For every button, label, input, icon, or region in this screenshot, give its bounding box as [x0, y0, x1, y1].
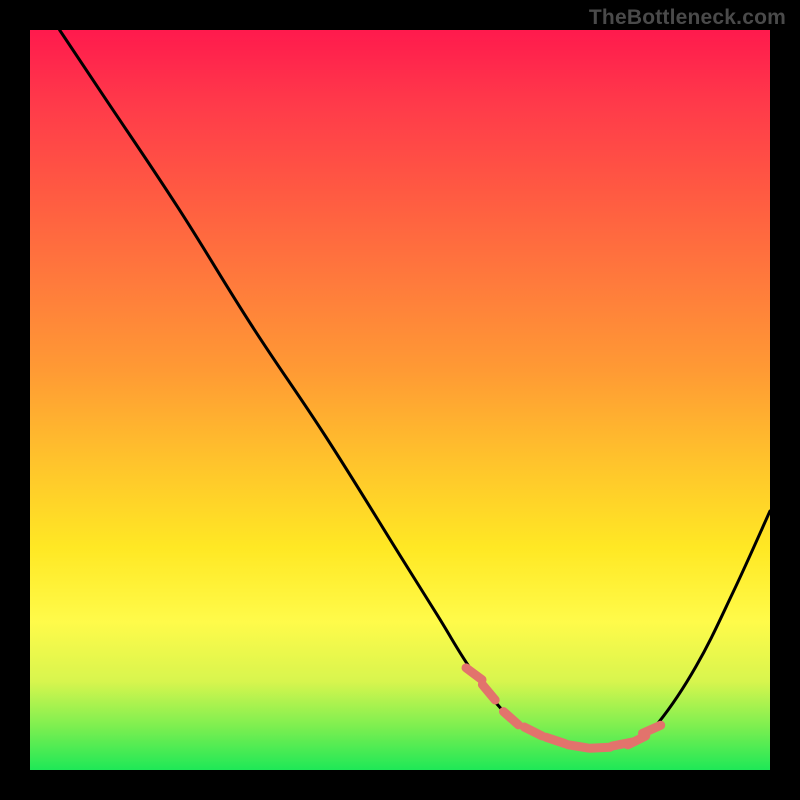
highlight-marker — [568, 745, 588, 748]
plot-area — [30, 30, 770, 770]
highlight-marker — [524, 727, 542, 736]
chart-frame: TheBottleneck.com — [0, 0, 800, 800]
watermark-text: TheBottleneck.com — [589, 6, 786, 30]
highlight-marker — [642, 725, 660, 733]
optimal-region-markers — [466, 668, 661, 748]
highlight-marker — [546, 737, 565, 743]
highlight-marker — [504, 712, 519, 725]
bottleneck-curve — [60, 30, 770, 748]
highlight-marker — [590, 747, 610, 748]
highlight-marker — [482, 685, 495, 700]
highlight-marker — [466, 668, 482, 680]
curve-svg — [30, 30, 770, 770]
